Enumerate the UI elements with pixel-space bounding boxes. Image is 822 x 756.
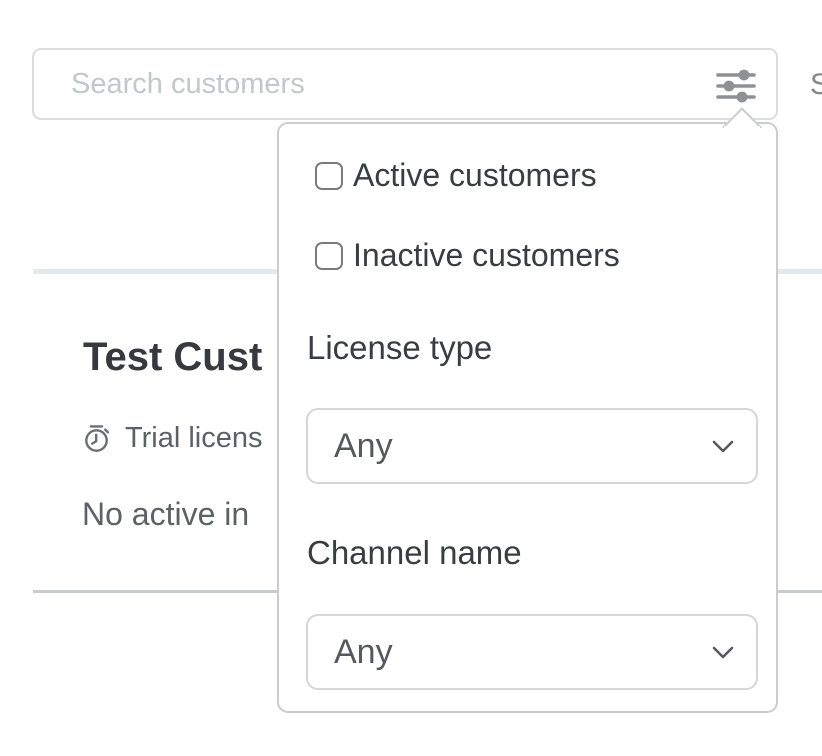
customers-page: Test Cust Trial licens No active in — [0, 0, 822, 756]
filter-active-customers-row[interactable]: Active customers — [315, 157, 597, 194]
license-type-label: License type — [307, 329, 492, 367]
search-box — [32, 48, 778, 120]
inactive-customers-label: Inactive customers — [353, 237, 620, 274]
channel-name-value: Any — [308, 633, 706, 672]
stopwatch-icon — [81, 423, 112, 454]
customer-license-row: Trial licens — [81, 422, 263, 455]
chevron-down-icon — [706, 635, 740, 669]
active-customers-checkbox[interactable] — [315, 162, 343, 190]
chevron-down-icon — [706, 429, 740, 463]
customer-name-heading: Test Cust — [83, 334, 262, 380]
filter-button[interactable] — [712, 62, 760, 110]
inactive-customers-checkbox[interactable] — [315, 242, 343, 270]
channel-name-select[interactable]: Any — [306, 614, 758, 690]
sort-label-clipped[interactable]: S — [810, 68, 822, 102]
filter-inactive-customers-row[interactable]: Inactive customers — [315, 237, 620, 274]
customer-license-text: Trial licens — [125, 422, 263, 455]
license-type-value: Any — [308, 427, 706, 466]
license-type-select[interactable]: Any — [306, 408, 758, 484]
popover-caret-fill — [724, 126, 760, 144]
sliders-icon — [715, 66, 757, 106]
channel-name-label: Channel name — [307, 534, 522, 572]
search-input[interactable] — [34, 50, 776, 118]
customer-installs-text: No active in — [82, 496, 249, 533]
filter-popover: Active customers Inactive customers Lice… — [277, 122, 778, 713]
active-customers-label: Active customers — [353, 157, 597, 194]
